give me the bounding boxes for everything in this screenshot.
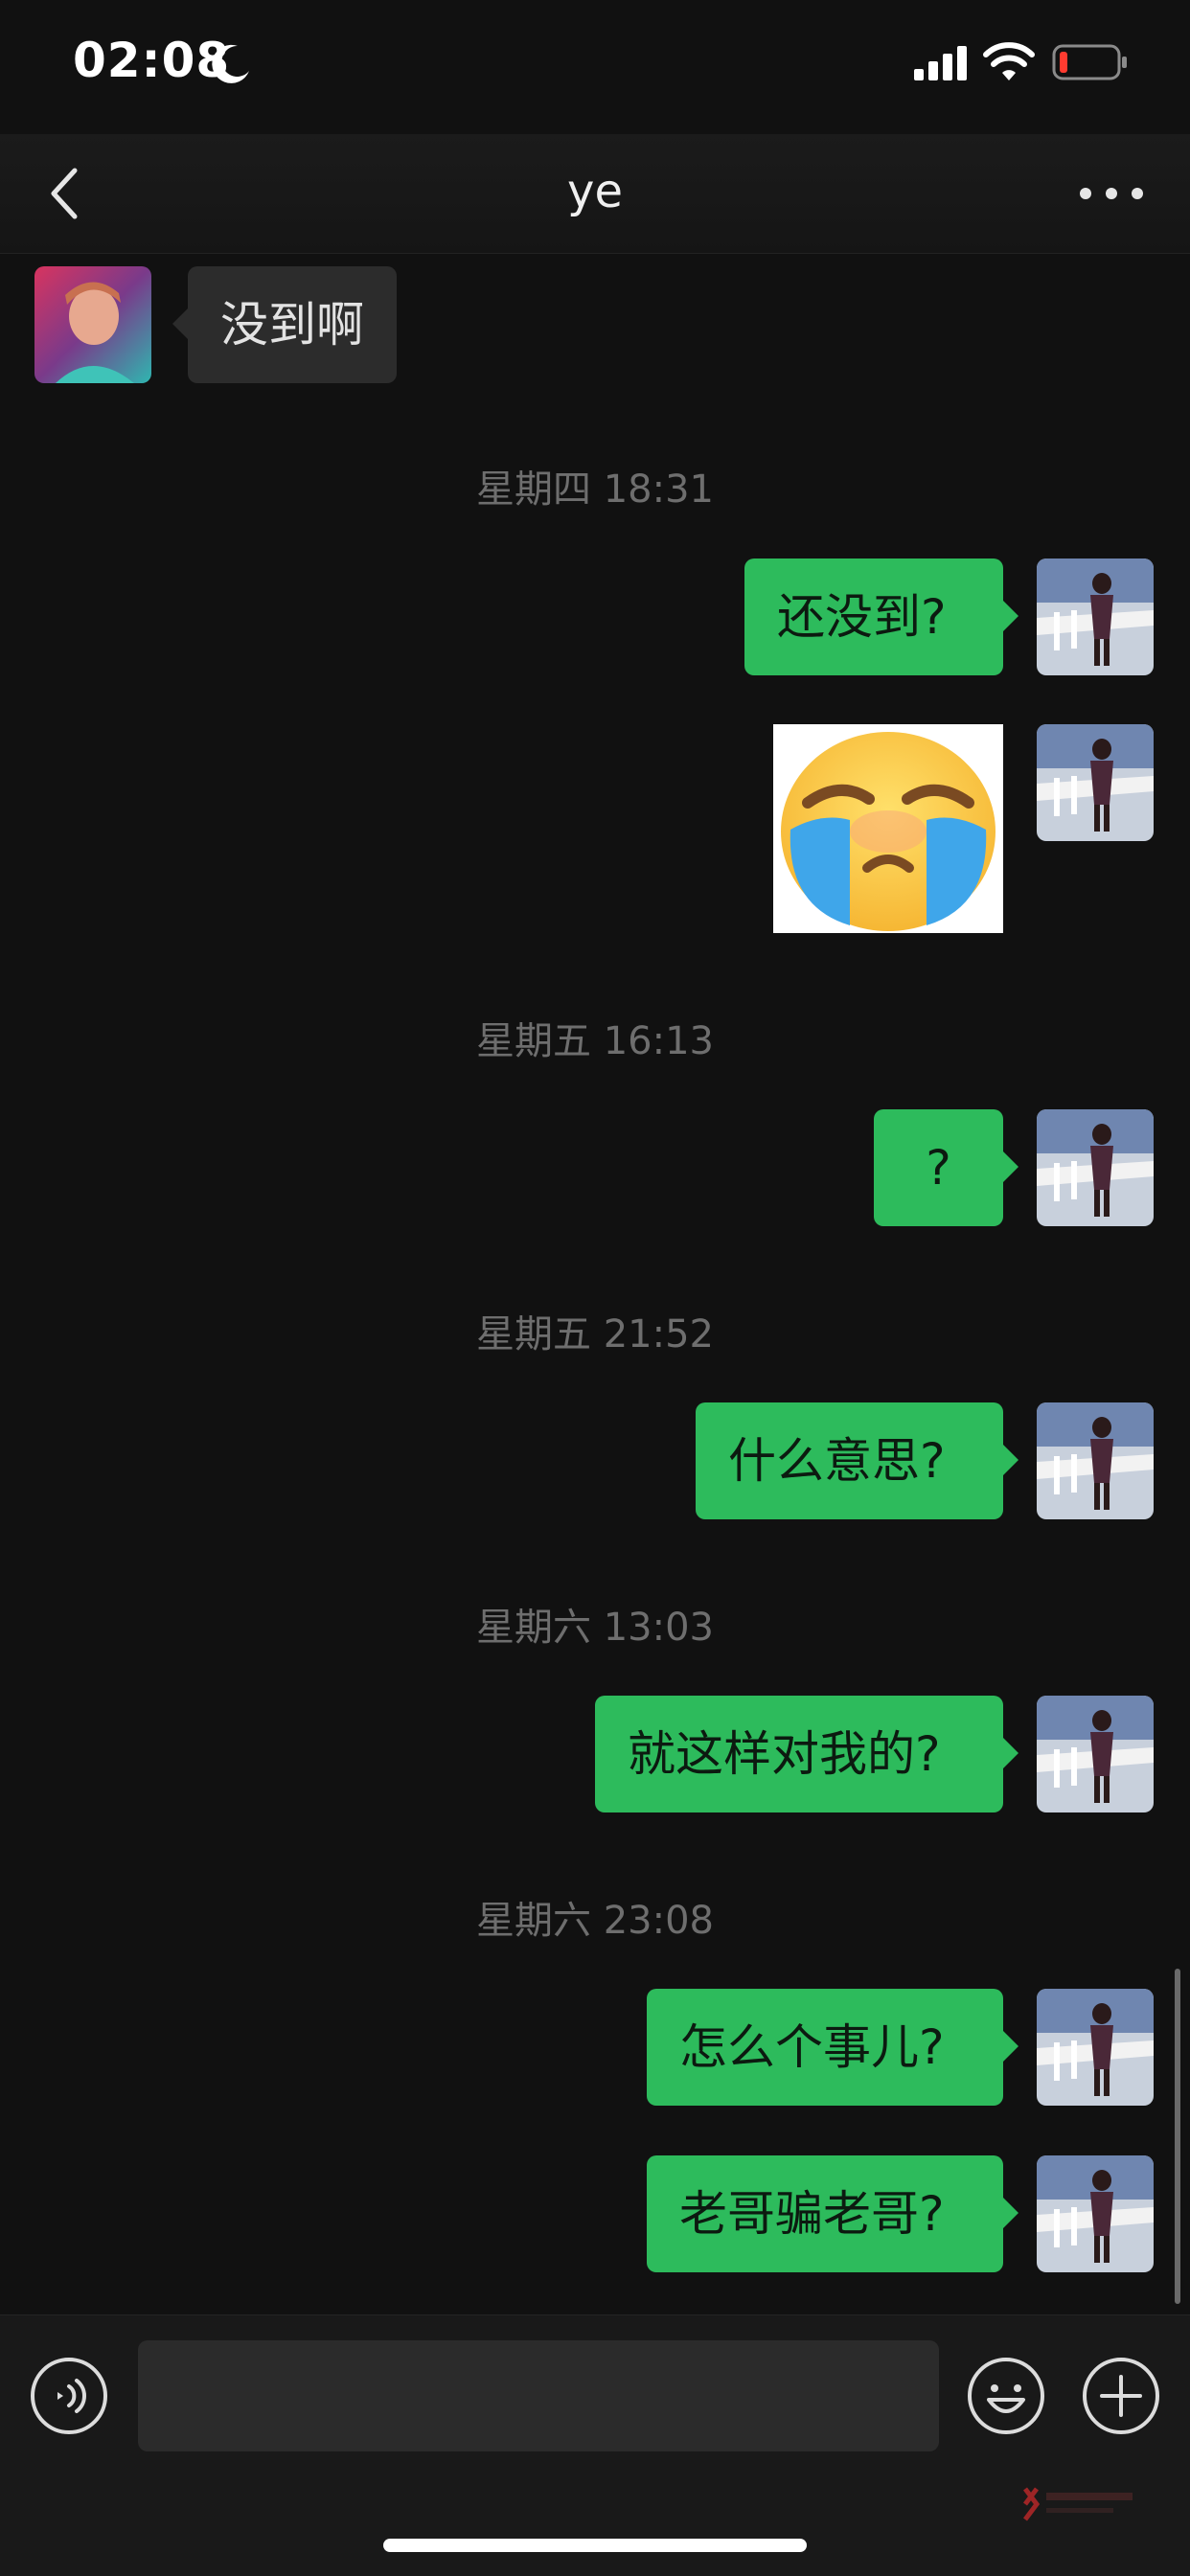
more-button[interactable] (1073, 172, 1150, 215)
message-input[interactable] (138, 2340, 939, 2451)
home-indicator[interactable] (383, 2539, 807, 2552)
my-avatar[interactable] (1037, 1402, 1154, 1519)
message-timestamp: 星期六 13:03 (476, 1606, 714, 1650)
message-timestamp: 星期四 18:31 (476, 467, 714, 512)
battery-icon (1052, 44, 1129, 80)
scrollbar[interactable] (1175, 1969, 1180, 2304)
input-bar (0, 2314, 1190, 2576)
ellipsis-icon (1080, 188, 1143, 199)
message-bubble-outgoing[interactable]: 什么意思? (696, 1402, 1018, 1519)
contact-avatar[interactable] (34, 266, 151, 383)
plus-button[interactable] (1081, 2356, 1161, 2436)
wifi-icon (983, 42, 1035, 82)
message-bubble-outgoing[interactable]: 就这样对我的? (595, 1696, 1018, 1812)
watermark-logo (1023, 2485, 1138, 2523)
message-bubble-outgoing[interactable]: 怎么个事儿? (647, 1989, 1018, 2106)
message-bubble-outgoing[interactable]: 还没到? (744, 559, 1018, 675)
voice-icon (31, 2358, 107, 2434)
emoji-button[interactable] (966, 2356, 1046, 2436)
signal-icon (914, 46, 968, 80)
nav-bar: ye (0, 134, 1190, 254)
my-avatar[interactable] (1037, 559, 1154, 675)
chat-title: ye (567, 165, 623, 218)
voice-button[interactable] (29, 2356, 109, 2436)
status-bar: 02:08 (0, 0, 1190, 134)
moon-icon (211, 42, 253, 84)
my-avatar[interactable] (1037, 2155, 1154, 2272)
message-bubble-outgoing[interactable]: 老哥骗老哥? (647, 2155, 1018, 2272)
emoji-icon (968, 2358, 1044, 2434)
my-avatar[interactable] (1037, 1696, 1154, 1812)
message-bubble-outgoing[interactable]: ? (874, 1109, 1018, 1226)
crying-face-sticker[interactable] (773, 724, 1003, 933)
status-time: 02:08 (73, 33, 231, 88)
message-timestamp: 星期五 21:52 (476, 1312, 714, 1356)
my-avatar[interactable] (1037, 1989, 1154, 2106)
plus-icon (1083, 2358, 1159, 2434)
message-timestamp: 星期六 23:08 (476, 1899, 714, 1943)
my-avatar[interactable] (1037, 1109, 1154, 1226)
my-avatar[interactable] (1037, 724, 1154, 841)
message-bubble-incoming[interactable]: 没到啊 (172, 266, 397, 383)
message-timestamp: 星期五 16:13 (476, 1019, 714, 1063)
